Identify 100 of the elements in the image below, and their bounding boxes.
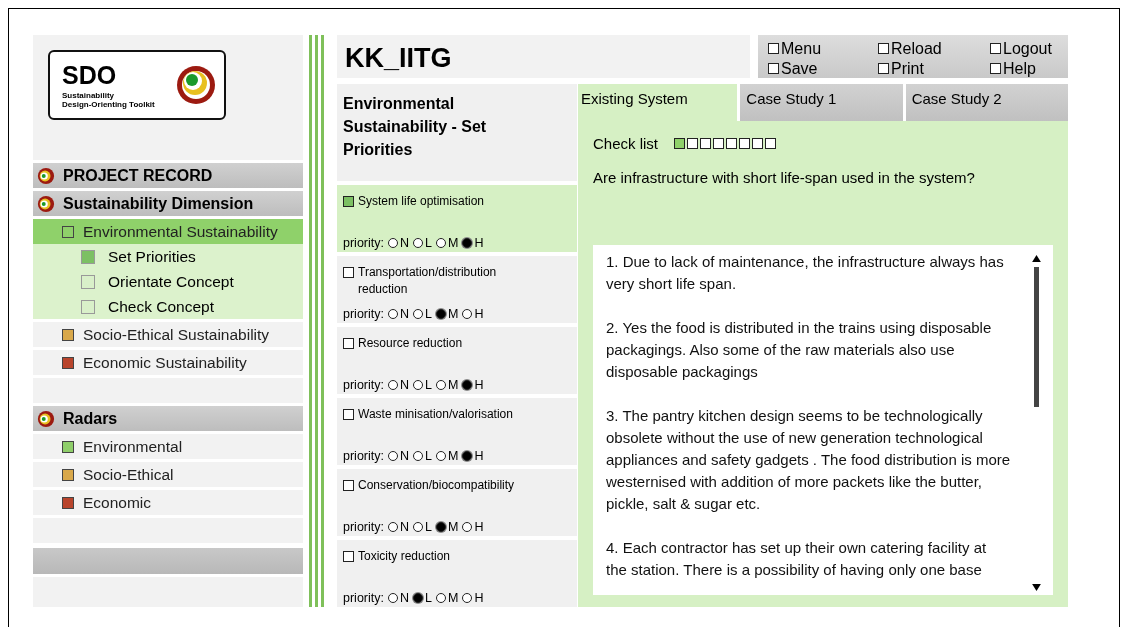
radio-option[interactable]: H (462, 236, 484, 250)
radio-icon[interactable] (388, 309, 398, 319)
criterion-card[interactable]: Transportation/distribution reduction priority: N L M H (337, 256, 577, 323)
radio-icon[interactable] (388, 522, 398, 532)
checklist-box[interactable] (765, 138, 777, 149)
checklist-box[interactable] (752, 138, 764, 149)
sidebar-item[interactable]: Economic Sustainability (33, 350, 303, 375)
radio-icon[interactable] (435, 593, 446, 603)
checkbox[interactable] (343, 338, 354, 349)
checklist-box[interactable] (687, 138, 699, 149)
radio-icon[interactable] (413, 451, 423, 461)
menu-item[interactable]: Reload (878, 38, 990, 58)
checkbox[interactable] (343, 480, 354, 491)
radio-icon[interactable] (435, 522, 446, 532)
checkbox[interactable] (343, 551, 354, 562)
section-header[interactable]: Radars (33, 406, 303, 431)
radio-option[interactable]: L (413, 378, 432, 392)
radio-option[interactable]: L (413, 307, 432, 321)
sidebar-item[interactable]: Environmental (33, 434, 303, 459)
menu-item[interactable]: Save (768, 58, 878, 78)
checklist-box[interactable] (674, 138, 686, 149)
scrollbar-thumb[interactable] (1033, 267, 1039, 407)
radio-icon[interactable] (388, 593, 398, 603)
sidebar-subitem[interactable]: Check Concept (33, 294, 303, 319)
radio-icon[interactable] (462, 451, 473, 461)
radio-icon[interactable] (413, 522, 423, 532)
radio-icon[interactable] (388, 238, 398, 248)
radio-icon[interactable] (413, 380, 423, 390)
tab[interactable]: Existing System (578, 84, 738, 121)
radio-option[interactable]: H (462, 591, 484, 605)
rings-icon (37, 409, 55, 428)
sidebar-item[interactable]: Environmental Sustainability (33, 219, 303, 244)
radio-option[interactable]: L (413, 520, 432, 534)
sidebar-item[interactable]: Socio-Ethical (33, 462, 303, 487)
criterion-card[interactable]: Resource reduction priority: N L M H (337, 327, 577, 394)
tab[interactable]: Case Study 2 (905, 84, 1068, 121)
radio-icon[interactable] (413, 593, 423, 603)
checklist-box[interactable] (713, 138, 725, 149)
radio-option[interactable]: N (388, 591, 409, 605)
radio-option[interactable]: L (413, 591, 432, 605)
radio-icon[interactable] (462, 380, 473, 390)
criterion-card[interactable]: Waste minisation/valorisation priority: N L M H (337, 398, 577, 465)
scroll-down-icon[interactable] (1031, 584, 1041, 591)
radio-option[interactable]: H (462, 378, 484, 392)
section-header[interactable]: PROJECT RECORD (33, 163, 303, 188)
menu-item[interactable]: Logout (990, 38, 1068, 58)
radio-option[interactable]: M (435, 378, 459, 392)
radio-option[interactable]: M (435, 307, 459, 321)
radio-icon[interactable] (435, 451, 446, 461)
section-header[interactable]: Sustainability Dimension (33, 191, 303, 216)
radio-icon[interactable] (462, 309, 473, 319)
checkbox[interactable] (990, 42, 1001, 54)
radio-option[interactable]: M (435, 591, 459, 605)
checkbox[interactable] (990, 62, 1001, 74)
radio-icon[interactable] (435, 309, 446, 319)
radio-icon[interactable] (462, 522, 473, 532)
checkbox[interactable] (768, 62, 779, 74)
radio-option[interactable]: H (462, 520, 484, 534)
sidebar-item[interactable]: Socio-Ethical Sustainability (33, 322, 303, 347)
checkbox[interactable] (343, 267, 354, 278)
radio-option[interactable]: N (388, 236, 409, 250)
radio-option[interactable]: M (435, 449, 459, 463)
checklist-box[interactable] (739, 138, 751, 149)
criterion-card[interactable]: Conservation/biocompatibility priority: N L M H (337, 469, 577, 536)
radio-option[interactable]: H (462, 307, 484, 321)
tab[interactable]: Case Study 1 (740, 84, 903, 121)
checkbox[interactable] (343, 409, 354, 420)
radio-option[interactable]: N (388, 378, 409, 392)
scroll-up-icon[interactable] (1031, 255, 1041, 262)
radio-icon[interactable] (435, 238, 446, 248)
radio-icon[interactable] (388, 451, 398, 461)
radio-icon[interactable] (462, 238, 473, 248)
criterion-card[interactable]: Toxicity reduction priority: N L M H (337, 540, 577, 607)
checkbox[interactable] (878, 62, 889, 74)
radio-option[interactable]: H (462, 449, 484, 463)
radio-option[interactable]: L (413, 236, 432, 250)
checkbox[interactable] (878, 42, 889, 54)
menu-item[interactable]: Menu (768, 38, 878, 58)
radio-option[interactable]: N (388, 520, 409, 534)
radio-icon[interactable] (388, 380, 398, 390)
sidebar-subitem[interactable]: Set Priorities (33, 244, 303, 269)
sidebar-item[interactable]: Economic (33, 490, 303, 515)
menu-item[interactable]: Help (990, 58, 1068, 78)
answer-box[interactable] (593, 245, 1053, 595)
menu-item[interactable]: Print (878, 58, 990, 78)
radio-icon[interactable] (413, 309, 423, 319)
sidebar-subitem[interactable]: Orientate Concept (33, 269, 303, 294)
checklist-box[interactable] (726, 138, 738, 149)
radio-option[interactable]: N (388, 307, 409, 321)
radio-option[interactable]: M (435, 236, 459, 250)
criterion-card[interactable]: System life optimisation priority: N L M H (337, 185, 577, 252)
checkbox[interactable] (343, 196, 354, 207)
radio-icon[interactable] (462, 593, 473, 603)
radio-option[interactable]: N (388, 449, 409, 463)
radio-icon[interactable] (413, 238, 423, 248)
radio-option[interactable]: M (435, 520, 459, 534)
checkbox[interactable] (768, 42, 779, 54)
radio-option[interactable]: L (413, 449, 432, 463)
radio-icon[interactable] (435, 380, 446, 390)
checklist-box[interactable] (700, 138, 712, 149)
